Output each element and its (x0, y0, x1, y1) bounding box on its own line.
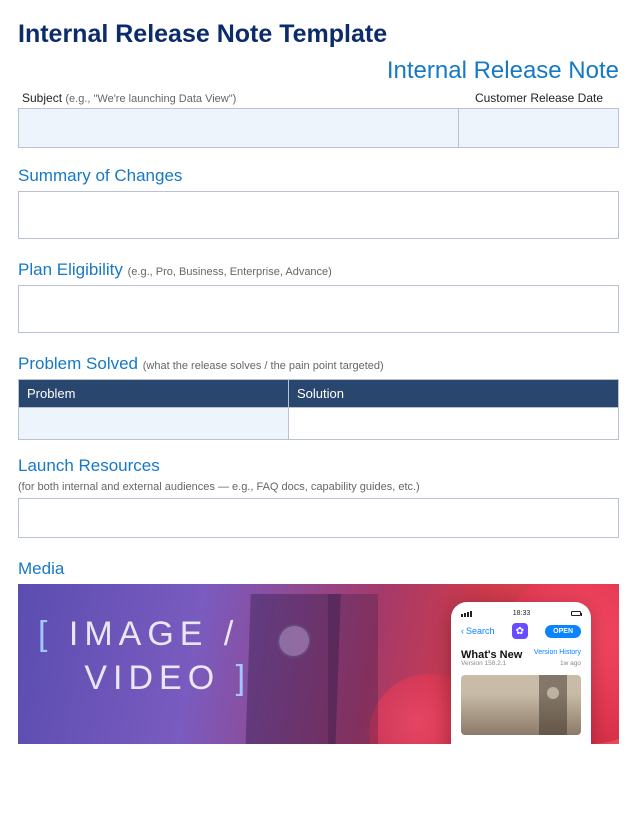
launch-input[interactable] (18, 498, 619, 538)
summary-title: Summary of Changes (18, 166, 619, 186)
version-row: Version 158.2.1 1w ago (461, 660, 581, 667)
problem-title: Problem Solved (what the release solves … (18, 354, 619, 374)
release-date-input[interactable] (459, 108, 619, 148)
release-date-label: Customer Release Date (459, 91, 619, 105)
media-banner: [ IMAGE / VIDEO ] 18:33 ‹ Search ✿ OPEN … (18, 584, 619, 744)
launch-section: Launch Resources (for both internal and … (18, 456, 619, 543)
summary-section: Summary of Changes (18, 166, 619, 244)
phone-time: 18:33 (513, 610, 531, 617)
phone-nav: ‹ Search ✿ OPEN (461, 623, 581, 639)
header-fields-row: Subject (e.g., "We're launching Data Vie… (18, 91, 619, 148)
solution-cell[interactable] (289, 408, 619, 440)
plan-hint: (e.g., Pro, Business, Enterprise, Advanc… (128, 266, 332, 278)
plan-title: Plan Eligibility (e.g., Pro, Business, E… (18, 260, 619, 280)
version-text: Version 158.2.1 (461, 660, 506, 667)
back-label: Search (466, 626, 495, 636)
subject-input[interactable] (18, 108, 459, 148)
subtitle: Internal Release Note (18, 57, 619, 85)
app-icon: ✿ (512, 623, 528, 639)
col-solution: Solution (289, 380, 619, 408)
launch-sub: (for both internal and external audience… (18, 481, 619, 493)
subject-hint: (e.g., "We're launching Data View") (65, 93, 236, 105)
main-title: Internal Release Note Template (18, 20, 619, 49)
problem-table: Problem Solution (18, 379, 619, 440)
problem-title-text: Problem Solved (18, 354, 138, 373)
plan-input[interactable] (18, 285, 619, 333)
media-section: Media [ IMAGE / VIDEO ] 18:33 ‹ Search ✿… (18, 559, 619, 744)
media-title: Media (18, 559, 619, 579)
app-screenshot (461, 675, 581, 735)
subject-label-text: Subject (22, 91, 62, 105)
col-problem: Problem (19, 380, 289, 408)
tower-silhouette (245, 594, 341, 744)
tower-silhouette (328, 594, 378, 744)
phone-status-bar: 18:33 (461, 610, 581, 617)
table-row (19, 408, 619, 440)
battery-icon (571, 611, 581, 616)
open-button: OPEN (545, 625, 581, 638)
summary-input[interactable] (18, 191, 619, 239)
version-age: 1w ago (560, 660, 581, 667)
chevron-left-icon: ‹ (461, 626, 464, 636)
problem-hint: (what the release solves / the pain poin… (143, 360, 384, 372)
phone-mockup: 18:33 ‹ Search ✿ OPEN What's New Version… (451, 602, 591, 744)
subject-label: Subject (e.g., "We're launching Data Vie… (18, 91, 459, 105)
banner-placeholder-text: [ IMAGE / VIDEO ] (38, 612, 251, 700)
signal-icon (461, 611, 472, 617)
launch-title: Launch Resources (18, 456, 619, 476)
plan-section: Plan Eligibility (e.g., Pro, Business, E… (18, 260, 619, 338)
back-button: ‹ Search (461, 626, 495, 636)
plan-title-text: Plan Eligibility (18, 260, 123, 279)
problem-section: Problem Solved (what the release solves … (18, 354, 619, 440)
problem-cell[interactable] (19, 408, 289, 440)
